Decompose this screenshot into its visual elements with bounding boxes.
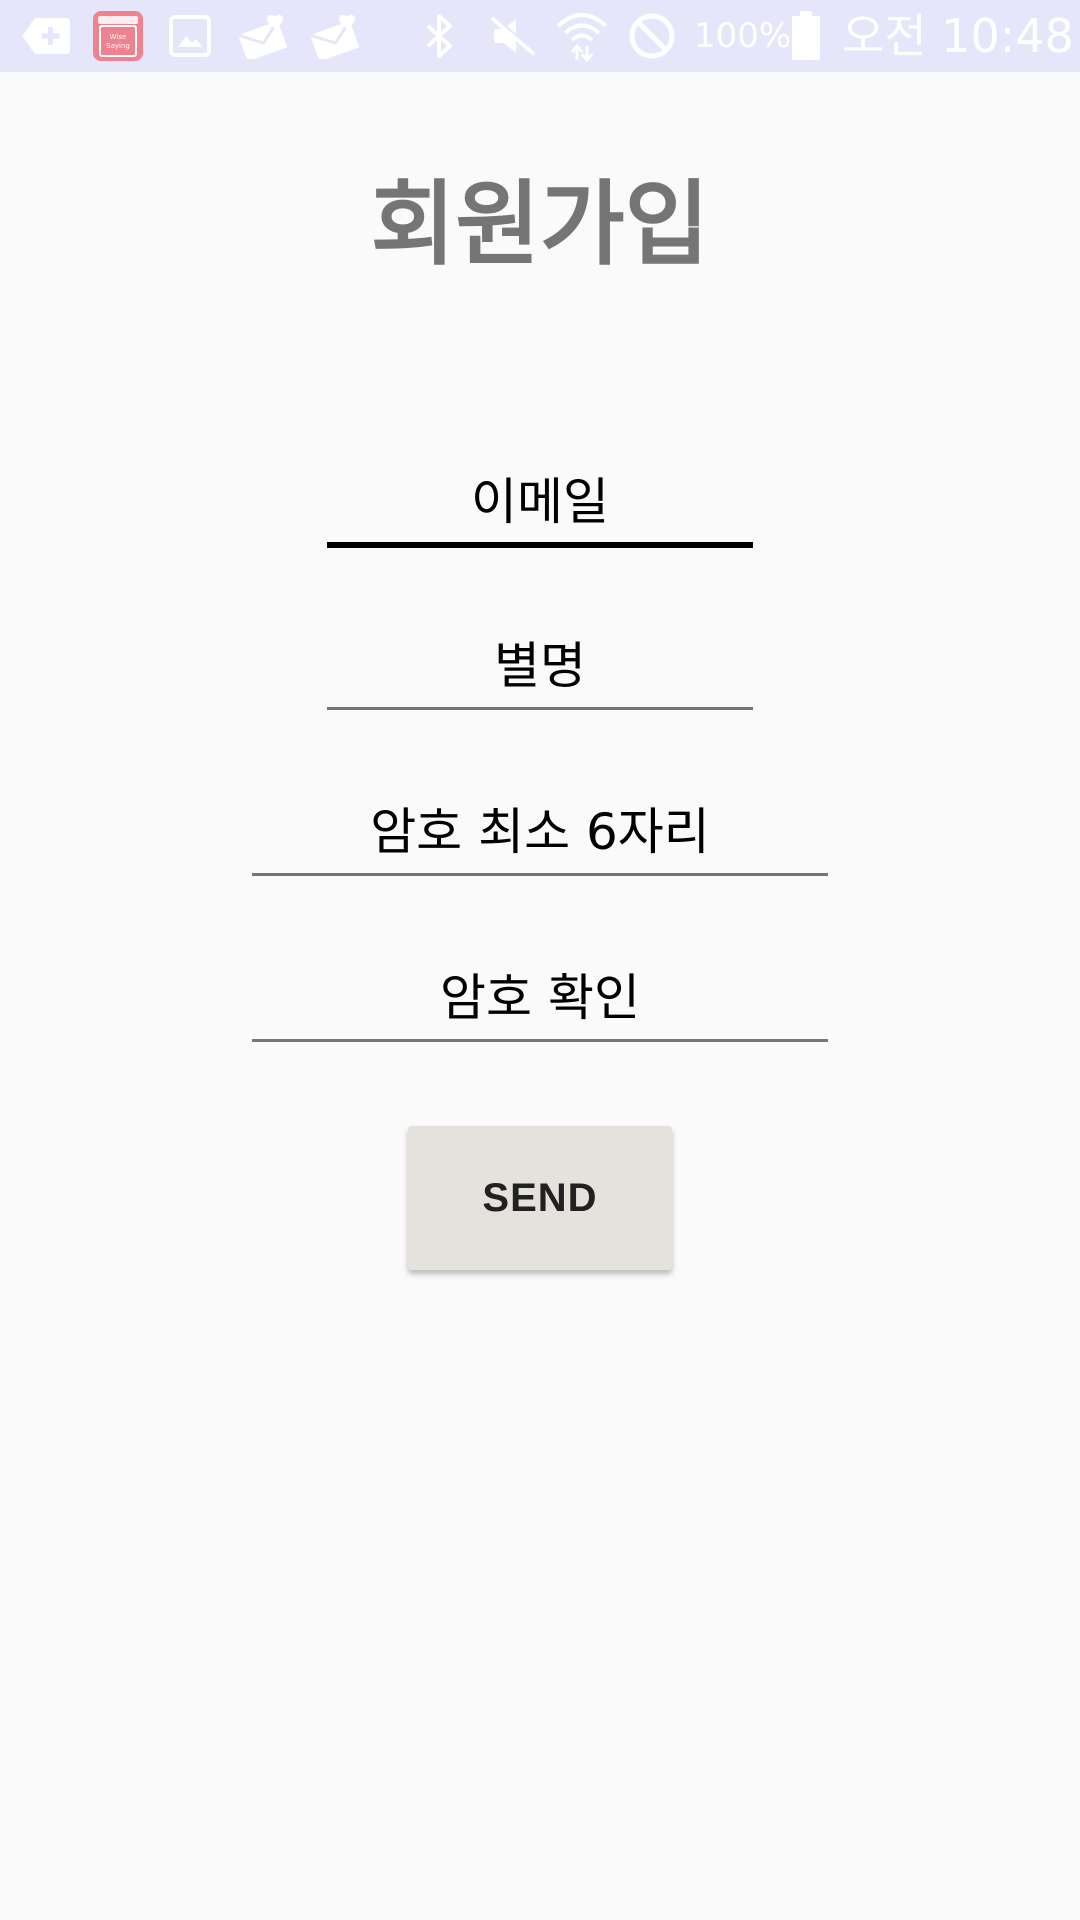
battery-percent: 100% [694, 16, 792, 56]
email-underline [327, 542, 753, 548]
heart-mail-icon [308, 10, 362, 62]
status-bar: Wise Saying 100% 오전 10:48 [0, 0, 1080, 72]
bluetooth-icon [418, 10, 462, 62]
app-icon-text-2: Saying [106, 42, 130, 50]
battery-icon [790, 10, 822, 62]
nickname-field-container[interactable] [327, 628, 753, 710]
password-input[interactable] [252, 794, 828, 870]
email-field-container[interactable] [327, 462, 753, 548]
password-field-container[interactable] [252, 794, 828, 876]
confirm-password-underline [252, 1039, 828, 1042]
heart-mail-icon [236, 10, 290, 62]
nickname-underline [327, 707, 753, 710]
do-not-disturb-icon [626, 10, 678, 62]
mute-icon [486, 10, 540, 62]
password-underline [252, 873, 828, 876]
nickname-input[interactable] [327, 628, 753, 704]
clock: 오전 10:48 [842, 9, 1074, 63]
send-button[interactable]: SEND [408, 1126, 672, 1270]
wifi-icon [554, 10, 610, 62]
email-input[interactable] [327, 462, 753, 542]
wise-saying-app-icon: Wise Saying [92, 10, 144, 62]
confirm-password-field-container[interactable] [252, 960, 828, 1042]
image-icon [164, 10, 216, 62]
app-icon-text-1: Wise [110, 33, 127, 41]
add-tag-icon [20, 10, 72, 62]
confirm-password-input[interactable] [252, 960, 828, 1036]
page-title: 회원가입 [370, 171, 710, 278]
